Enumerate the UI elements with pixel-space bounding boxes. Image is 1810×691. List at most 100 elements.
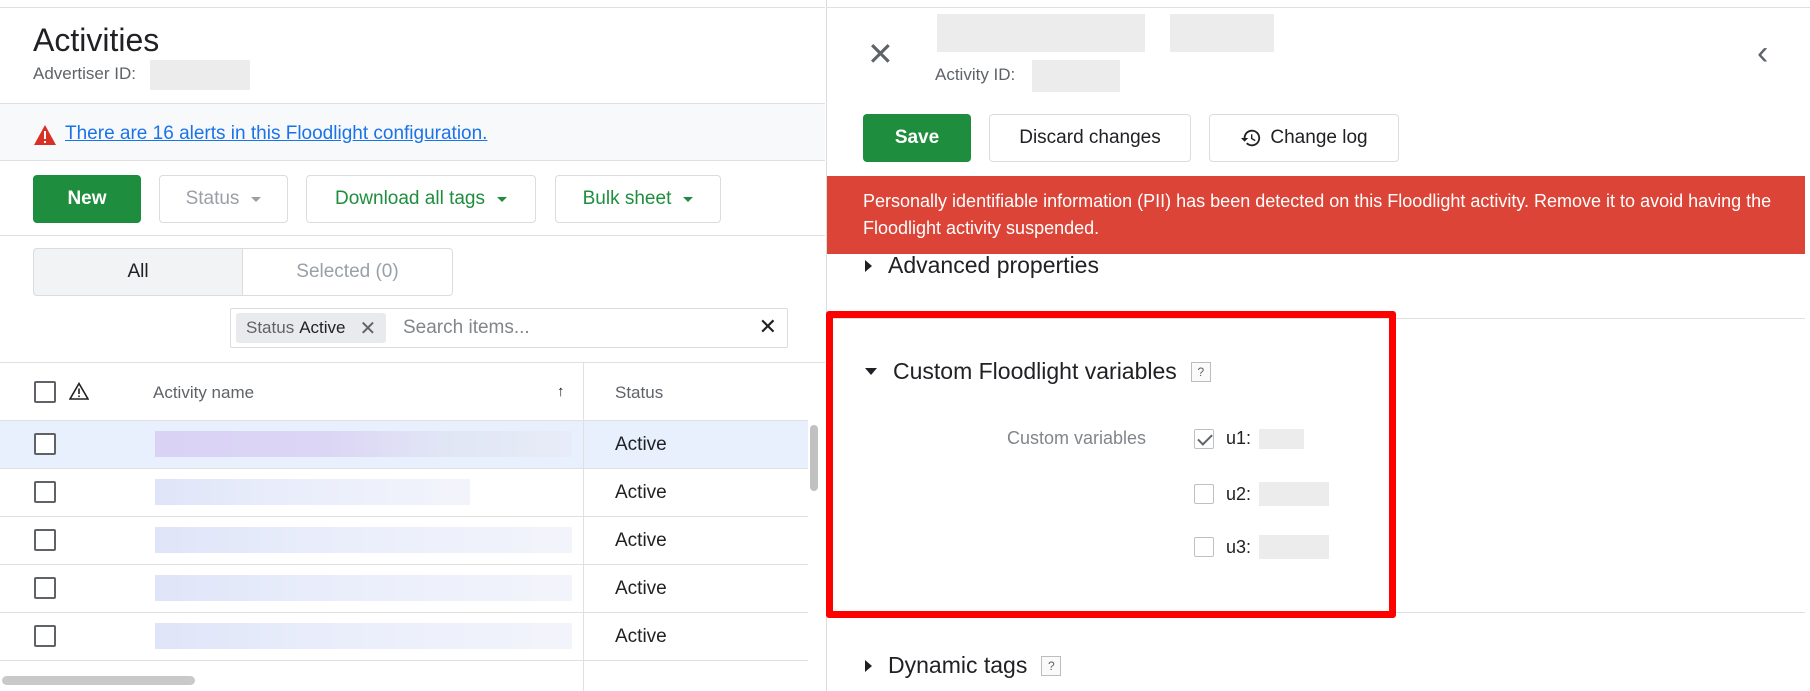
collapse-arrow-icon bbox=[865, 368, 877, 375]
custom-variables-label: Custom variables bbox=[1007, 428, 1147, 448]
activities-panel: Activities Advertiser ID: There are 16 a… bbox=[0, 0, 825, 691]
redacted-variable-value bbox=[1259, 535, 1330, 559]
status-dropdown[interactable]: Status bbox=[159, 175, 288, 223]
horizontal-scrollbar[interactable] bbox=[2, 676, 195, 685]
save-button[interactable]: Save bbox=[863, 114, 971, 162]
download-all-tags-button[interactable]: Download all tags bbox=[306, 175, 536, 223]
column-header-status[interactable]: Status bbox=[615, 383, 663, 403]
variable-name: u3: bbox=[1226, 536, 1252, 557]
chip-value: Active bbox=[299, 318, 346, 337]
advertiser-id-label: Advertiser ID: bbox=[33, 64, 136, 83]
custom-variable-u3: u3: bbox=[1194, 535, 1330, 559]
chip-key: Status bbox=[246, 318, 295, 337]
variable-checkbox[interactable] bbox=[1194, 428, 1214, 449]
bulk-sheet-button[interactable]: Bulk sheet bbox=[555, 175, 721, 223]
row-status: Active bbox=[615, 482, 667, 503]
help-icon[interactable]: ? bbox=[1190, 361, 1211, 382]
remove-chip-icon[interactable]: ✕ bbox=[360, 316, 377, 341]
row-checkbox[interactable] bbox=[34, 433, 56, 455]
variable-name: u1: bbox=[1226, 428, 1252, 448]
row-status: Active bbox=[615, 434, 667, 455]
caret-down-icon bbox=[683, 196, 694, 202]
page-title: Activities bbox=[33, 22, 160, 58]
row-status: Active bbox=[615, 626, 667, 647]
redacted-variable-value bbox=[1259, 482, 1330, 506]
sort-ascending-icon[interactable]: ↑ bbox=[557, 383, 565, 400]
row-status: Active bbox=[615, 578, 667, 599]
dynamic-tags-toggle[interactable]: Dynamic tags ? bbox=[865, 652, 1062, 679]
custom-variable-u2: u2: bbox=[1194, 482, 1330, 506]
table-row[interactable]: Active bbox=[0, 469, 808, 517]
divider bbox=[827, 612, 1805, 613]
redacted-activity-name bbox=[155, 623, 572, 649]
advanced-properties-toggle[interactable]: Advanced properties bbox=[865, 252, 1099, 279]
change-log-button[interactable]: Change log bbox=[1209, 114, 1399, 162]
row-checkbox[interactable] bbox=[34, 577, 56, 599]
table-row[interactable]: Active bbox=[0, 613, 808, 661]
caret-down-icon bbox=[251, 196, 262, 202]
activity-detail-panel: ✕ Activity ID: ‹ Save Discard changes Ch… bbox=[826, 0, 1810, 691]
help-icon[interactable]: ? bbox=[1041, 655, 1062, 676]
column-header-activity-name[interactable]: Activity name bbox=[153, 383, 254, 403]
row-status: Active bbox=[615, 530, 667, 551]
top-divider bbox=[827, 7, 1810, 8]
download-label: Download all tags bbox=[335, 188, 485, 209]
table-row[interactable]: Active bbox=[0, 421, 808, 469]
warning-icon bbox=[34, 125, 56, 145]
divider bbox=[827, 318, 1805, 319]
select-all-checkbox[interactable] bbox=[34, 381, 56, 403]
status-filter-chip[interactable]: Status Active ✕ bbox=[236, 313, 387, 343]
activity-id-label: Activity ID: bbox=[935, 65, 1016, 84]
section-title: Dynamic tags bbox=[888, 652, 1028, 678]
chevron-left-icon[interactable]: ‹ bbox=[1757, 36, 1768, 70]
redacted-advertiser-id bbox=[150, 60, 250, 90]
search-input[interactable] bbox=[403, 313, 733, 343]
variable-checkbox[interactable] bbox=[1194, 537, 1214, 557]
discard-changes-button[interactable]: Discard changes bbox=[989, 114, 1191, 162]
redacted-variable-value bbox=[1259, 428, 1305, 449]
redacted-activity-name bbox=[155, 527, 572, 553]
save-label: Save bbox=[894, 127, 940, 148]
new-button-label: New bbox=[67, 188, 107, 209]
close-icon[interactable]: ✕ bbox=[867, 38, 894, 70]
status-dropdown-label: Status bbox=[185, 188, 240, 209]
row-checkbox[interactable] bbox=[34, 481, 56, 503]
divider bbox=[0, 235, 825, 236]
history-icon bbox=[1241, 129, 1261, 147]
expand-arrow-icon bbox=[865, 259, 872, 272]
column-divider bbox=[583, 363, 584, 691]
row-checkbox[interactable] bbox=[34, 625, 56, 647]
redacted-activity-title-suffix bbox=[1170, 14, 1274, 52]
activities-table: Activity name ↑ Status Active Active Act… bbox=[0, 363, 808, 661]
redacted-activity-id bbox=[1032, 60, 1120, 92]
variable-checkbox[interactable] bbox=[1194, 484, 1214, 504]
alert-bar: There are 16 alerts in this Floodlight c… bbox=[0, 103, 825, 161]
new-button[interactable]: New bbox=[33, 175, 141, 223]
top-divider bbox=[0, 7, 825, 8]
custom-variable-u1: u1: bbox=[1194, 428, 1305, 449]
tab-selected[interactable]: Selected (0) bbox=[243, 248, 453, 296]
custom-floodlight-variables-toggle[interactable]: Custom Floodlight variables ? bbox=[865, 358, 1211, 385]
expand-arrow-icon bbox=[865, 659, 872, 672]
vertical-scrollbar[interactable] bbox=[810, 425, 818, 491]
redacted-activity-title bbox=[937, 14, 1145, 52]
bulk-sheet-label: Bulk sheet bbox=[582, 188, 672, 209]
redacted-activity-name bbox=[155, 431, 572, 457]
pii-warning-banner: Personally identifiable information (PII… bbox=[827, 176, 1805, 254]
alerts-link[interactable]: There are 16 alerts in this Floodlight c… bbox=[65, 123, 487, 145]
table-header-row: Activity name ↑ Status bbox=[0, 363, 808, 421]
table-row[interactable]: Active bbox=[0, 517, 808, 565]
discard-label: Discard changes bbox=[1019, 127, 1161, 148]
clear-search-icon[interactable]: ✕ bbox=[759, 314, 777, 340]
table-row[interactable]: Active bbox=[0, 565, 808, 613]
variable-name: u2: bbox=[1226, 483, 1252, 504]
redacted-activity-name bbox=[155, 479, 470, 505]
section-title: Advanced properties bbox=[888, 252, 1099, 278]
row-checkbox[interactable] bbox=[34, 529, 56, 551]
section-title: Custom Floodlight variables bbox=[893, 358, 1177, 384]
filter-search-bar: Status Active ✕ ✕ bbox=[230, 308, 788, 348]
tab-all[interactable]: All bbox=[33, 248, 243, 296]
warning-outline-icon bbox=[69, 382, 89, 400]
redacted-activity-name bbox=[155, 575, 572, 601]
change-log-label: Change log bbox=[1270, 127, 1368, 148]
